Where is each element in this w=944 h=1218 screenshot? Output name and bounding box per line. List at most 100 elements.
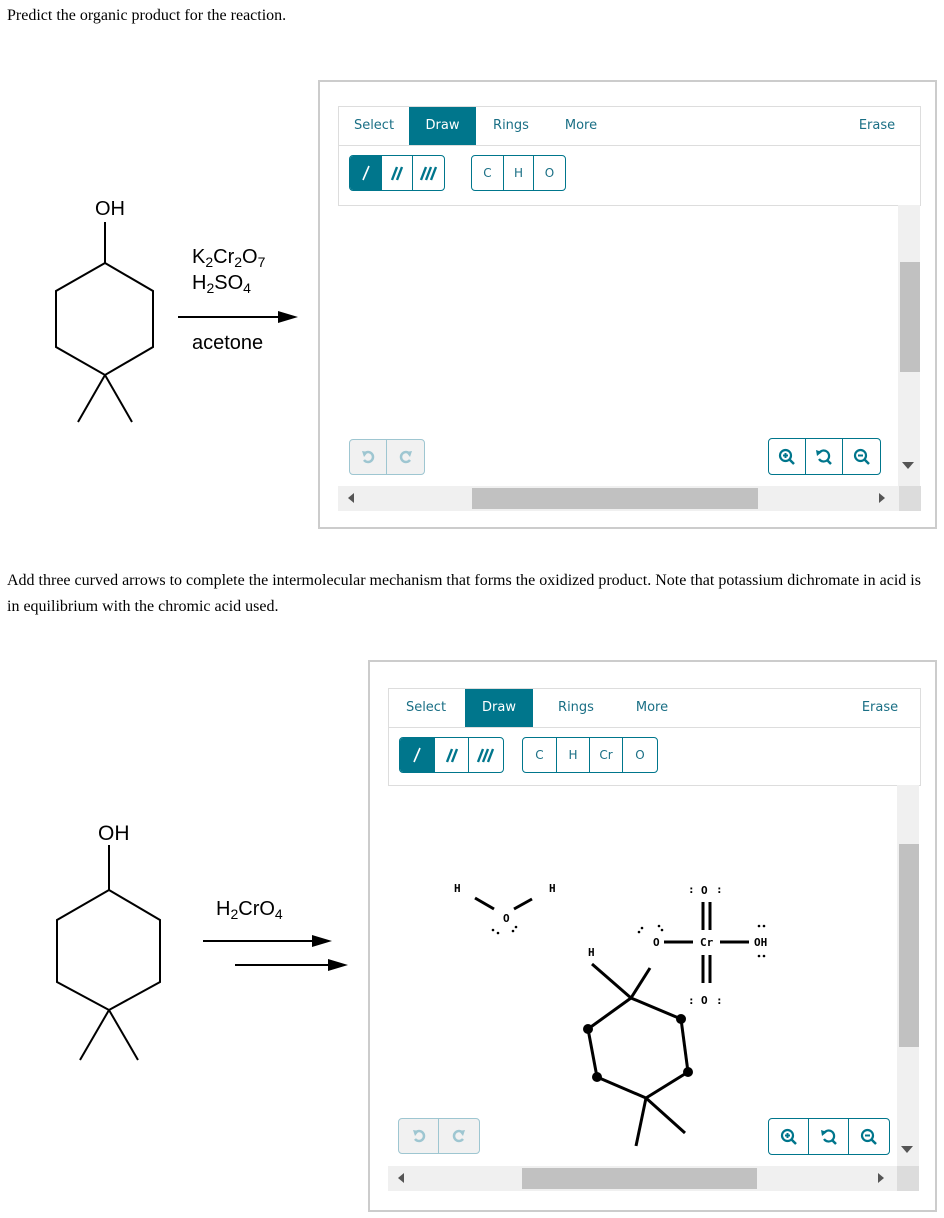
undo-button[interactable]: [350, 440, 387, 474]
zoom-in-button[interactable]: [769, 1119, 809, 1154]
methyl-bond-right: [104, 374, 133, 423]
zoom-dropdown-arrow[interactable]: [901, 1146, 913, 1153]
zoom-reset-icon: [820, 1128, 837, 1145]
horizontal-scrollbar[interactable]: [338, 486, 899, 511]
drawing-editor-2: Select Draw Rings More Erase C H Cr O H …: [368, 660, 937, 1212]
undo-redo-group: [398, 1118, 480, 1154]
water-h-right: H: [549, 882, 556, 895]
double-bond-button[interactable]: [382, 156, 413, 190]
undo-button[interactable]: [399, 1119, 439, 1153]
tab-more[interactable]: More: [546, 107, 616, 145]
triple-bond-button[interactable]: [469, 738, 503, 772]
atom-tools: C H O: [471, 155, 566, 191]
drawing-canvas[interactable]: H H O O Cr OH O : : O:: H: [388, 786, 898, 1166]
scroll-right-arrow[interactable]: [879, 493, 885, 503]
lone-pair-dot: [637, 930, 641, 934]
atom-c-button[interactable]: C: [472, 156, 504, 190]
solvent-acetone: acetone: [192, 332, 264, 354]
lone-pair: :: [688, 994, 695, 1007]
atom-dot: [592, 1072, 602, 1082]
vertical-scrollbar[interactable]: [898, 205, 920, 486]
reagent-h2cro4: H2CrO4: [216, 898, 283, 923]
zoom-reset-icon: [816, 448, 832, 465]
tab-select[interactable]: Select: [339, 107, 409, 145]
double-bond-icon: [445, 748, 458, 763]
lone-pair-dot: [757, 924, 761, 928]
zoom-out-icon: [853, 448, 870, 465]
atom-tools: C H Cr O: [522, 737, 658, 773]
vertical-scroll-thumb[interactable]: [900, 262, 920, 372]
triple-bond-icon: [476, 748, 495, 763]
chromate-ester-molecule[interactable]: O Cr OH O : : O : : H: [583, 883, 767, 1147]
lone-pair: :: [688, 883, 695, 896]
ring-bonds: [586, 962, 690, 1147]
undo-icon: [412, 1129, 425, 1143]
redo-icon: [399, 450, 412, 464]
lone-pair-dot: [762, 954, 766, 958]
lone-pair-dot: [514, 925, 518, 929]
water-molecule[interactable]: H H O: [454, 882, 556, 935]
horizontal-scroll-thumb[interactable]: [472, 488, 758, 509]
tab-draw[interactable]: Draw: [409, 107, 476, 145]
tab-erase[interactable]: Erase: [842, 107, 912, 145]
zoom-reset-button[interactable]: [806, 439, 843, 474]
vertical-scrollbar[interactable]: [897, 785, 919, 1166]
reaction-arrowhead-1: [312, 935, 332, 947]
reaction-arrowhead-2: [328, 959, 348, 971]
question1-prompt: Predict the organic product for the reac…: [7, 7, 287, 24]
single-bond-button[interactable]: [350, 156, 382, 190]
tab-rings[interactable]: Rings: [541, 689, 611, 727]
redo-button[interactable]: [439, 1119, 479, 1153]
zoom-reset-button[interactable]: [809, 1119, 849, 1154]
oh-label: OH: [95, 198, 125, 220]
bond-tools: [399, 737, 504, 773]
tab-erase[interactable]: Erase: [845, 689, 915, 727]
zoom-dropdown-arrow[interactable]: [902, 462, 914, 469]
atom-dot: [683, 1067, 693, 1077]
scroll-left-arrow[interactable]: [398, 1173, 404, 1183]
single-bond-icon: [361, 165, 370, 181]
cyclohexane-ring: [55, 222, 154, 423]
reagent-h2so4: H2SO4: [192, 272, 251, 297]
scroll-right-arrow[interactable]: [878, 1173, 884, 1183]
atom-o-button[interactable]: O: [623, 738, 657, 772]
lone-pair-dot: [660, 928, 664, 932]
lone-pair-dot: [762, 924, 766, 928]
tab-select[interactable]: Select: [389, 689, 463, 727]
zoom-in-button[interactable]: [769, 439, 806, 474]
horizontal-scrollbar[interactable]: [388, 1166, 898, 1191]
zoom-tools: [768, 438, 881, 475]
tab-draw[interactable]: Draw: [465, 689, 533, 727]
atom-cr-button[interactable]: Cr: [590, 738, 623, 772]
lone-pair-dot: [496, 931, 500, 935]
oh-label: OH: [98, 822, 130, 845]
zoom-in-icon: [778, 448, 795, 465]
water-o: O: [503, 912, 510, 925]
reactant2-structure: OH: [56, 822, 348, 1061]
tab-row: Select Draw Rings More Erase: [389, 689, 920, 728]
redo-button[interactable]: [387, 440, 424, 474]
atom-c-button[interactable]: C: [523, 738, 557, 772]
methyl-bond-right: [108, 1009, 139, 1061]
ring-bonds: [55, 262, 154, 377]
vertical-scroll-thumb[interactable]: [899, 844, 919, 1047]
undo-redo-group: [349, 439, 425, 475]
single-bond-button[interactable]: [400, 738, 435, 772]
bond-tools: [349, 155, 445, 191]
bottom-o: O: [701, 994, 708, 1007]
zoom-out-icon: [860, 1128, 877, 1145]
atom-h-button[interactable]: H: [557, 738, 590, 772]
zoom-out-button[interactable]: [843, 439, 880, 474]
double-bond-button[interactable]: [435, 738, 469, 772]
atom-o-button[interactable]: O: [534, 156, 565, 190]
tab-more[interactable]: More: [617, 689, 687, 727]
atom-h-button[interactable]: H: [504, 156, 534, 190]
horizontal-scroll-thumb[interactable]: [522, 1168, 757, 1189]
triple-bond-button[interactable]: [413, 156, 444, 190]
tab-row: Select Draw Rings More Erase: [339, 107, 920, 146]
tab-rings[interactable]: Rings: [476, 107, 546, 145]
zoom-out-button[interactable]: [849, 1119, 889, 1154]
reaction-arrowhead: [278, 311, 298, 323]
scroll-left-arrow[interactable]: [348, 493, 354, 503]
lone-pair: :: [716, 883, 723, 896]
